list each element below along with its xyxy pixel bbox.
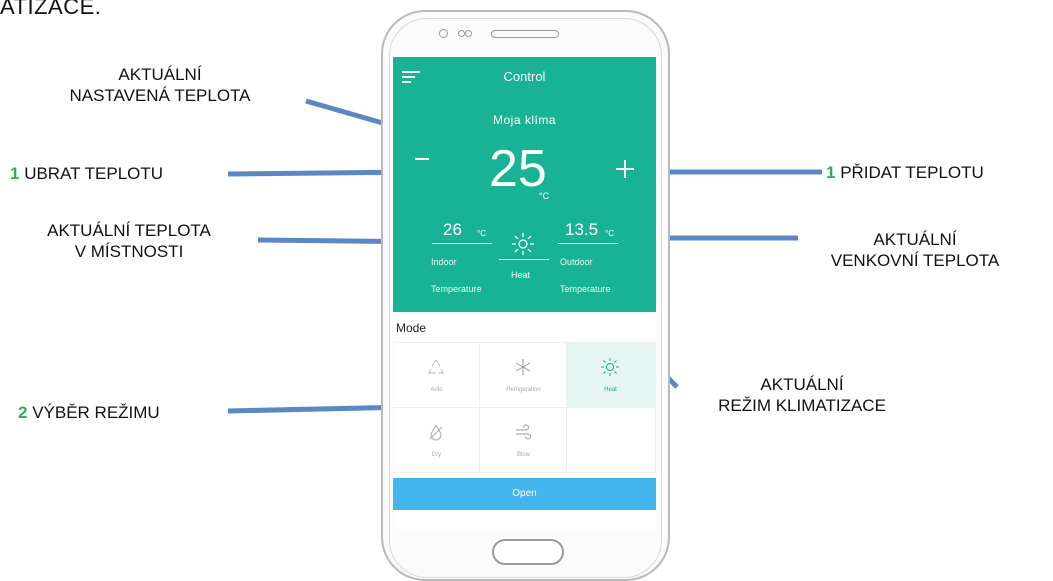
indoor-temp-value: 26 xyxy=(443,220,462,239)
mode-label: Blow xyxy=(516,452,530,458)
outdoor-divider xyxy=(558,243,618,244)
camera-icon xyxy=(439,29,448,38)
label-set-temp: AKTUÁLNÍ NASTAVENÁ TEPLOTA xyxy=(69,65,251,105)
label-room-temp: AKTUÁLNÍ TEPLOTA V MÍSTNOSTI xyxy=(47,221,211,261)
mode-option-heat[interactable]: Heat xyxy=(567,343,656,408)
outdoor-temp-value: 13.5 xyxy=(565,220,599,239)
wind-icon xyxy=(516,424,531,440)
recycle-icon xyxy=(428,359,444,374)
indoor-label: Indoor xyxy=(431,257,457,267)
label-mode-select: 2 VÝBĚR REŽIMU xyxy=(18,402,160,423)
device-name: Moja klíma xyxy=(492,113,556,127)
sun-icon xyxy=(601,358,619,376)
outdoor-label-2: Temperature xyxy=(560,284,611,294)
mode-option-refrigeration[interactable]: Refrigeration xyxy=(480,343,567,408)
current-mode-label: Heat xyxy=(511,270,531,280)
mode-grid: Auto Refrigeration Heat Dry Blow xyxy=(393,342,656,473)
label-text: UBRAT TEPLOTU xyxy=(19,164,164,183)
sun-icon xyxy=(512,233,534,255)
increase-temp-button[interactable] xyxy=(616,160,634,178)
mode-label: Dry xyxy=(431,452,442,458)
sensor-icon xyxy=(465,30,472,37)
home-button[interactable] xyxy=(492,539,564,565)
mode-option-dry[interactable]: Dry xyxy=(393,408,480,473)
outdoor-label: Outdoor xyxy=(560,257,593,267)
mode-label: Refrigeration xyxy=(506,387,541,393)
snowflake-icon xyxy=(515,359,531,375)
label-text: PŘIDAT TEPLOTU xyxy=(835,163,984,182)
mode-label: Heat xyxy=(604,387,617,393)
open-button[interactable]: Open xyxy=(393,478,656,510)
indoor-divider xyxy=(432,243,492,244)
label-increase-temp: 1 PŘIDAT TEPLOTU xyxy=(826,162,984,183)
set-temperature: 25 xyxy=(489,140,547,198)
ac-control-panel: Control Moja klíma 25 °C 26 °C Indoor Te… xyxy=(393,57,656,312)
mode-option-auto[interactable]: Auto xyxy=(393,343,480,408)
label-decrease-temp: 1 UBRAT TEPLOTU xyxy=(10,163,163,184)
mode-section-title: Mode xyxy=(396,321,427,335)
outdoor-temp-unit: °C xyxy=(605,229,614,238)
mode-grid-empty xyxy=(567,408,656,473)
speaker-grille xyxy=(491,30,559,38)
mode-label: Auto xyxy=(430,387,443,393)
label-current-mode: AKTUÁLNÍ REŽIM KLIMATIZACE xyxy=(718,375,886,415)
label-outdoor-temp: AKTUÁLNÍ VENKOVNÍ TEPLOTA xyxy=(830,230,1000,270)
mode-option-blow[interactable]: Blow xyxy=(480,408,567,473)
label-text: VÝBĚR REŽIMU xyxy=(27,403,160,422)
set-temperature-unit: °C xyxy=(539,191,550,201)
drop-slash-icon xyxy=(429,424,443,441)
app-title: Control xyxy=(503,69,546,84)
app-screen: Control Moja klíma 25 °C 26 °C Indoor Te… xyxy=(393,57,656,529)
decrease-temp-button[interactable] xyxy=(415,158,429,160)
sensor-icon xyxy=(458,30,465,37)
mode-divider xyxy=(499,259,549,260)
indoor-label-2: Temperature xyxy=(431,284,482,294)
indoor-temp-unit: °C xyxy=(477,229,486,238)
